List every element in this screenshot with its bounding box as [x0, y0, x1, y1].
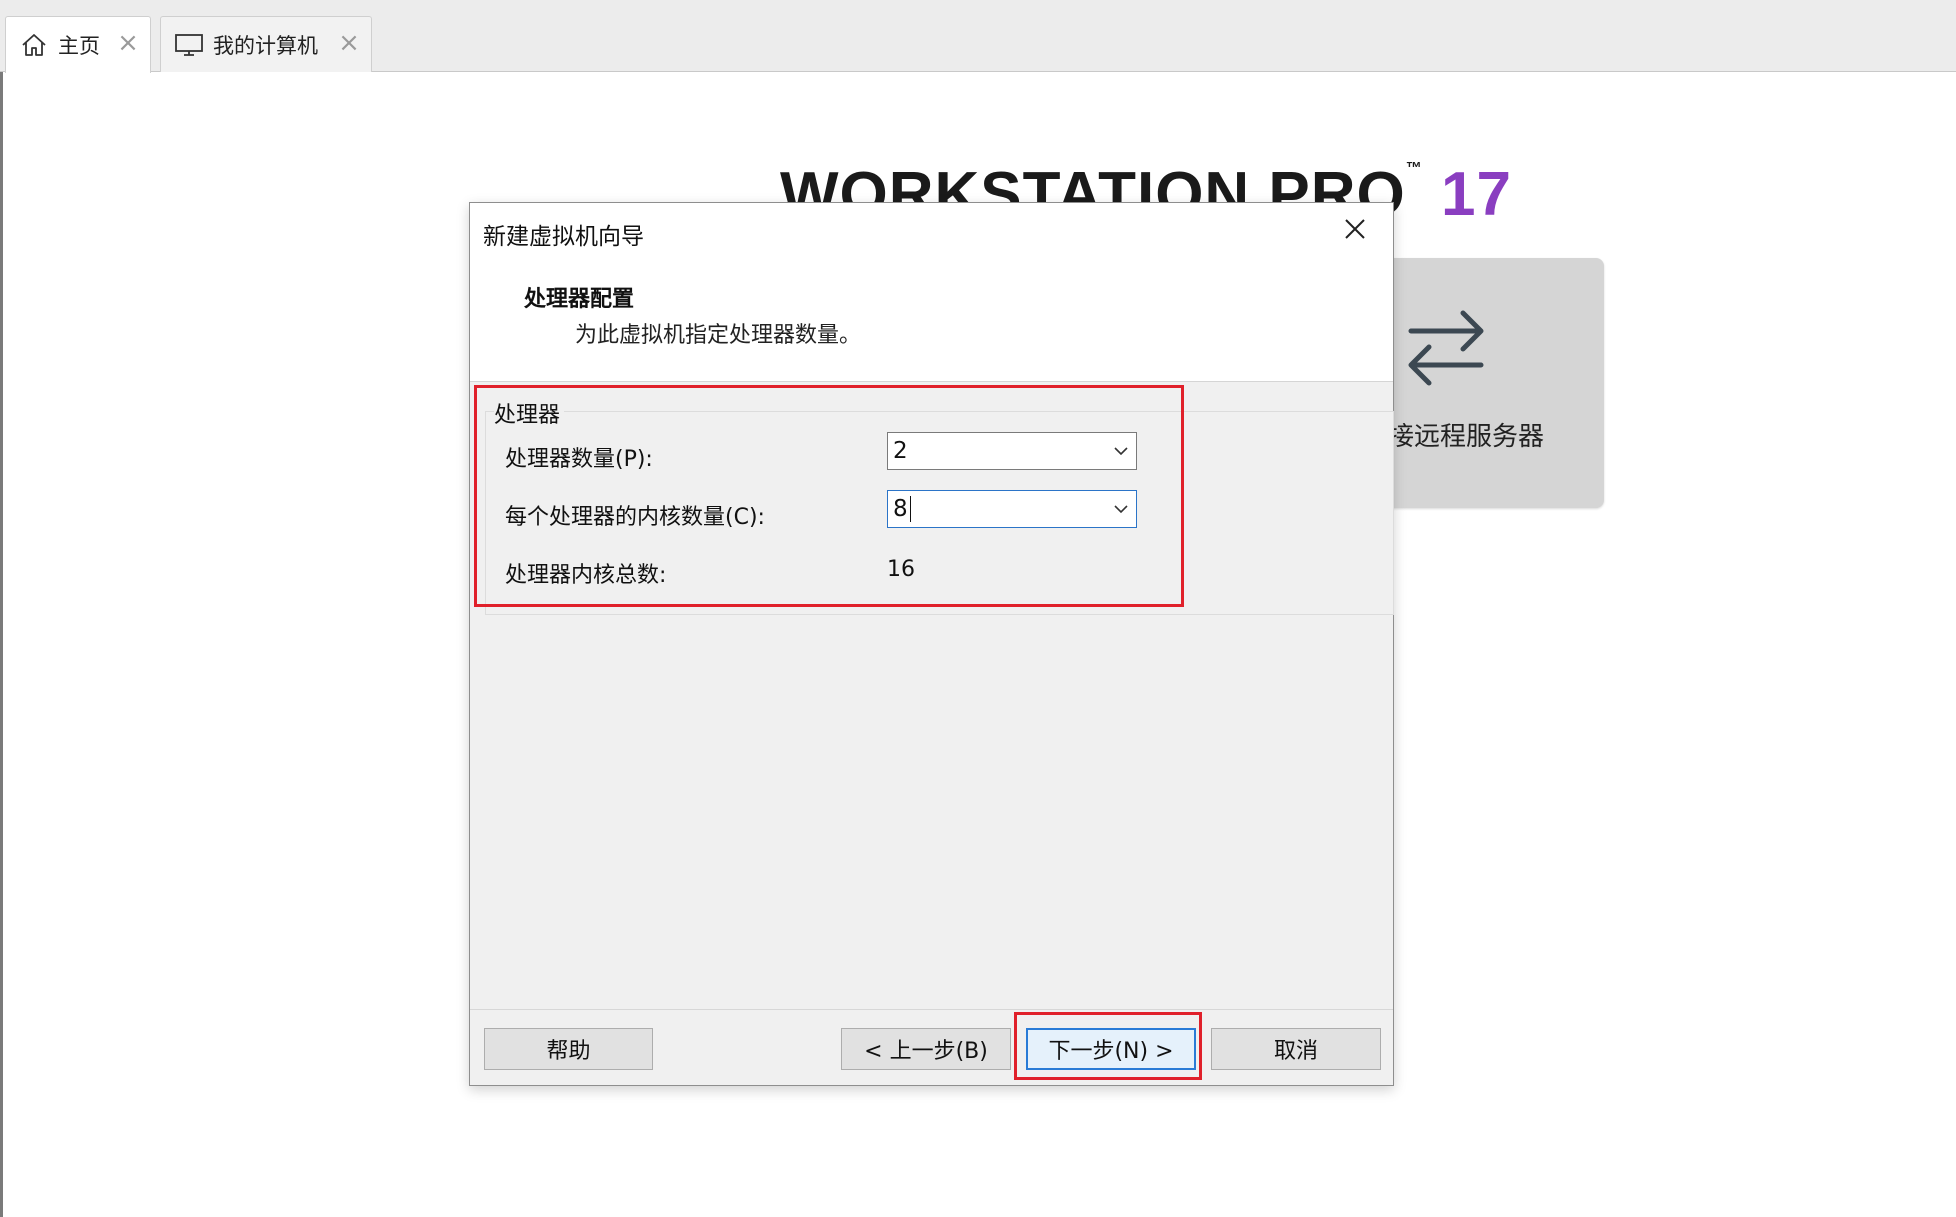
- tab-my-computer-label: 我的计算机: [213, 33, 318, 58]
- step-subtitle: 为此虚拟机指定处理器数量。: [575, 323, 862, 348]
- processor-group-title: 处理器: [494, 397, 565, 429]
- connect-remote-server-label: 接远程服务器: [1388, 422, 1545, 452]
- close-icon[interactable]: ×: [116, 30, 140, 56]
- chevron-down-icon[interactable]: [1112, 500, 1130, 518]
- step-title: 处理器配置: [524, 287, 635, 312]
- cores-per-processor-value: 8: [893, 496, 908, 522]
- processor-count-label: 处理器数量(P):: [505, 447, 653, 472]
- dialog-titlebar: 新建虚拟机向导: [470, 203, 1393, 255]
- total-cores-label: 处理器内核总数:: [505, 563, 667, 588]
- cores-per-processor-label: 每个处理器的内核数量(C):: [505, 505, 765, 530]
- dialog-title: 新建虚拟机向导: [483, 224, 644, 250]
- footer-divider: [470, 1009, 1393, 1010]
- processor-count-value: 2: [893, 438, 908, 464]
- close-icon[interactable]: ×: [337, 30, 361, 56]
- dialog-header: 处理器配置 为此虚拟机指定处理器数量。: [470, 255, 1393, 382]
- help-button[interactable]: 帮助: [484, 1028, 653, 1070]
- cancel-button[interactable]: 取消: [1211, 1028, 1381, 1070]
- text-caret: [909, 496, 911, 522]
- tab-strip: 主页 × 我的计算机 ×: [0, 0, 1956, 73]
- chevron-down-icon[interactable]: [1112, 442, 1130, 460]
- home-icon: [18, 29, 50, 61]
- next-button[interactable]: 下一步(N) >: [1026, 1028, 1196, 1070]
- close-icon[interactable]: [1339, 213, 1371, 245]
- window-left-edge: [0, 72, 3, 1217]
- new-vm-wizard-dialog: 新建虚拟机向导 处理器配置 为此虚拟机指定处理器数量。 处理器 处理器数量(P)…: [469, 202, 1394, 1086]
- brand-version: 17: [1441, 160, 1512, 216]
- tab-home-label: 主页: [58, 34, 100, 58]
- tab-home[interactable]: 主页 ×: [5, 16, 151, 73]
- connect-remote-server-card[interactable]: 接远程服务器: [1370, 258, 1604, 508]
- total-cores-value: 16: [887, 557, 915, 582]
- swap-arrows-icon: [1405, 303, 1487, 393]
- processor-count-select[interactable]: 2: [887, 432, 1137, 470]
- monitor-icon: [173, 29, 205, 61]
- cores-per-processor-select[interactable]: 8: [887, 490, 1137, 528]
- tab-my-computer[interactable]: 我的计算机 ×: [160, 16, 372, 72]
- back-button[interactable]: < 上一步(B): [841, 1028, 1011, 1070]
- brand-trademark: ™: [1405, 160, 1423, 177]
